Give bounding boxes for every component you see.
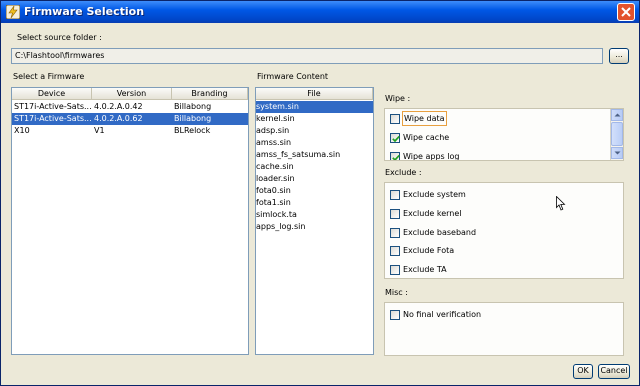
checkbox [390, 246, 400, 256]
firmware-section-label: Select a Firmware [13, 72, 85, 81]
list-item-selected[interactable]: system.sin [256, 101, 373, 113]
version-cell: 4.0.2.A.0.42 [94, 102, 143, 111]
checkmark-icon [392, 135, 400, 143]
branding-cell: Billabong [174, 114, 212, 123]
list-item[interactable]: fota1.sin [256, 197, 373, 209]
column-header-branding[interactable]: Branding [172, 88, 248, 100]
checkbox [390, 190, 400, 200]
column-header-file[interactable]: File [256, 88, 373, 100]
version-cell: V1 [94, 126, 105, 135]
device-cell: ST17i-Active-Sats... [14, 102, 91, 111]
device-cell: X10 [14, 126, 30, 135]
column-header-device[interactable]: Device [12, 88, 92, 100]
exclude-system-label: Exclude system [403, 190, 466, 199]
scroll-thumb[interactable] [611, 122, 623, 146]
close-button[interactable] [617, 3, 635, 21]
mouse-cursor-icon [556, 196, 566, 211]
exclude-fota-label: Exclude Fota [403, 246, 455, 255]
table-row-selected[interactable]: ST17i-Active-Sats... 4.0.2.A.0.62 Billab… [12, 113, 248, 125]
checkbox [390, 265, 400, 275]
content-list[interactable]: File system.sin kernel.sin adsp.sin amss… [255, 87, 374, 355]
list-item[interactable]: simlock.ta [256, 209, 373, 221]
checkbox [390, 228, 400, 238]
content-section-label: Firmware Content [257, 72, 329, 81]
exclude-kernel-label: Exclude kernel [403, 209, 462, 218]
firmware-selection-window: Firmware Selection Select source folder … [0, 0, 640, 386]
wipe-data-label: Wipe data [402, 111, 447, 126]
list-item[interactable]: adsp.sin [256, 125, 373, 137]
list-item[interactable]: amss_fs_satsuma.sin [256, 149, 373, 161]
list-item[interactable]: apps_log.sin [256, 221, 373, 233]
table-row[interactable]: X10 V1 BLRelock [12, 125, 248, 137]
checkbox [390, 133, 400, 143]
misc-group: No final verification [384, 302, 624, 356]
arrow-up-icon [614, 113, 621, 117]
checkbox [390, 152, 400, 160]
window-title: Firmware Selection [24, 5, 145, 18]
table-row[interactable]: ST17i-Active-Sats... 4.0.2.A.0.42 Billab… [12, 101, 248, 113]
exclude-ta-label: Exclude TA [403, 265, 447, 274]
exclude-label: Exclude : [385, 168, 422, 177]
wipe-label: Wipe : [385, 94, 411, 103]
firmware-table[interactable]: Device Version Branding ST17i-Active-Sat… [11, 87, 249, 355]
wipe-cache-label: Wipe cache [403, 133, 450, 142]
lightning-icon [6, 5, 20, 19]
wipe-apps-log-label: Wipe apps log [403, 152, 460, 161]
close-icon [621, 7, 631, 17]
checkbox [390, 310, 400, 320]
misc-label: Misc : [385, 288, 408, 297]
scroll-down-button[interactable] [611, 147, 623, 159]
source-folder-label: Select source folder : [17, 33, 102, 42]
checkbox [390, 114, 400, 124]
checkbox [390, 209, 400, 219]
scroll-up-button[interactable] [611, 109, 623, 121]
wipe-scrollbar[interactable] [610, 109, 623, 160]
list-item[interactable]: amss.sin [256, 137, 373, 149]
source-folder-value: C:\Flashtool\firmwares [15, 51, 105, 60]
list-item[interactable]: kernel.sin [256, 113, 373, 125]
column-header-version[interactable]: Version [92, 88, 172, 100]
browse-button[interactable]: ... [609, 48, 629, 64]
wipe-group: Wipe data Wipe cache Wipe apps log [384, 108, 624, 161]
list-item[interactable]: loader.sin [256, 173, 373, 185]
ok-button[interactable]: OK [573, 364, 593, 379]
branding-cell: BLRelock [174, 126, 211, 135]
exclude-baseband-label: Exclude baseband [403, 228, 477, 237]
no-final-verification-label: No final verification [403, 310, 482, 319]
exclude-group: Exclude system Exclude kernel Exclude ba… [384, 182, 624, 279]
title-bar[interactable]: Firmware Selection [1, 1, 639, 23]
list-item[interactable]: cache.sin [256, 161, 373, 173]
arrow-down-icon [614, 151, 621, 155]
checkmark-icon [392, 154, 400, 160]
branding-cell: Billabong [174, 102, 212, 111]
version-cell: 4.0.2.A.0.62 [94, 114, 143, 123]
cancel-button[interactable]: Cancel [598, 364, 630, 379]
list-item[interactable]: fota0.sin [256, 185, 373, 197]
device-cell: ST17i-Active-Sats... [14, 114, 91, 123]
source-folder-field[interactable]: C:\Flashtool\firmwares [11, 48, 603, 64]
